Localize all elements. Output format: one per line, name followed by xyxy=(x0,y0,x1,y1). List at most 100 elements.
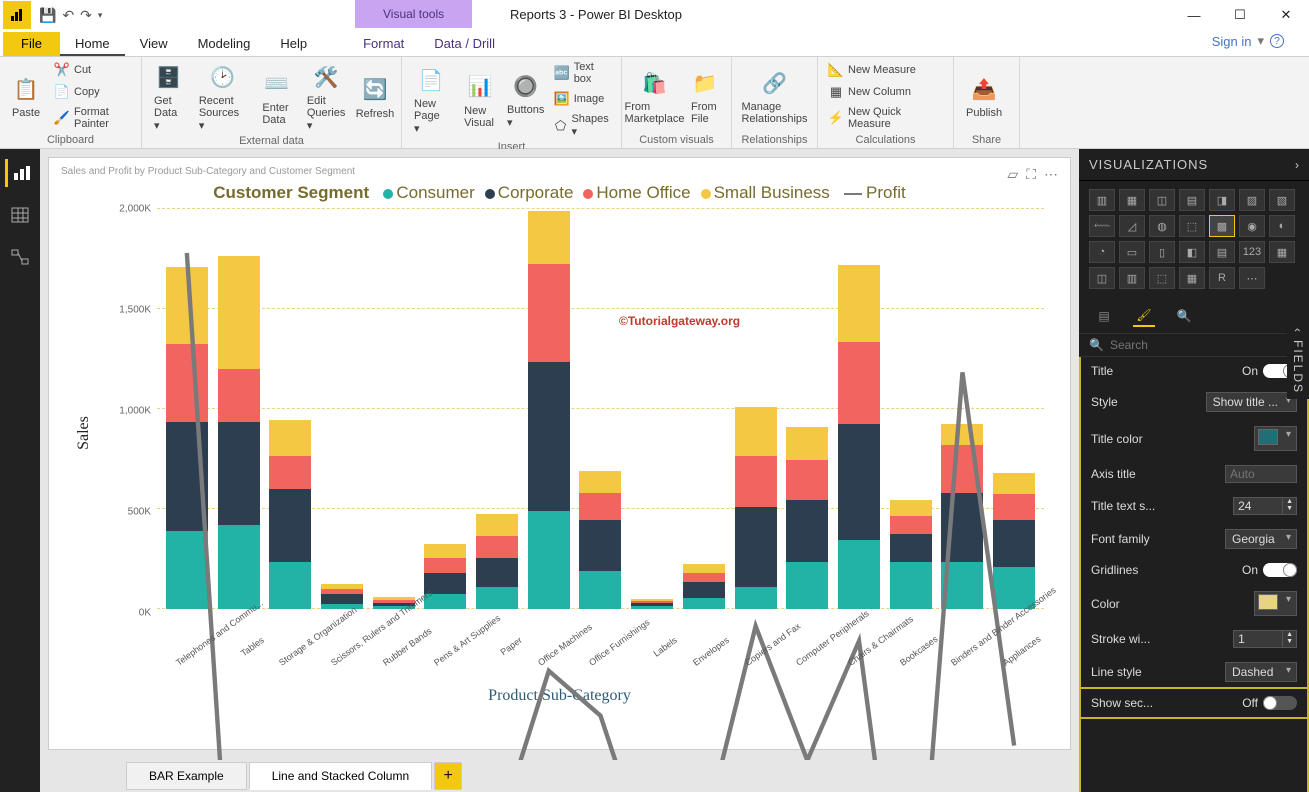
cut-button[interactable]: ✂️Cut xyxy=(50,60,135,80)
tab-home[interactable]: Home xyxy=(60,32,125,56)
tab-modeling[interactable]: Modeling xyxy=(183,32,266,56)
new-visual-button[interactable]: 📊New Visual xyxy=(458,69,502,131)
viz-type-4[interactable]: ◨ xyxy=(1209,189,1235,211)
close-button[interactable]: ✕ xyxy=(1263,0,1309,30)
viz-type-16[interactable]: ▯ xyxy=(1149,241,1175,263)
viz-type-6[interactable]: ▧ xyxy=(1269,189,1295,211)
viz-type-8[interactable]: ◿ xyxy=(1119,215,1145,237)
paste-button[interactable]: 📋Paste xyxy=(6,71,46,121)
title-color-picker[interactable] xyxy=(1254,426,1297,451)
bar[interactable] xyxy=(579,471,621,609)
report-canvas[interactable]: Sales and Profit by Product Sub-Category… xyxy=(48,157,1071,750)
image-button[interactable]: 🖼️Image xyxy=(550,89,615,109)
viz-type-20[interactable]: ▦ xyxy=(1269,241,1295,263)
report-view-button[interactable] xyxy=(5,159,35,187)
bar[interactable] xyxy=(993,473,1035,609)
maximize-button[interactable]: ☐ xyxy=(1217,0,1263,30)
bar[interactable] xyxy=(424,544,466,609)
recent-sources-button[interactable]: 🕑Recent Sources ▾ xyxy=(193,59,253,134)
enter-data-button[interactable]: ⌨️Enter Data xyxy=(256,66,297,128)
sign-in-link[interactable]: Sign in▾? xyxy=(1212,33,1284,49)
filter-icon[interactable]: ▱ xyxy=(1007,166,1018,183)
viz-type-11[interactable]: ▩ xyxy=(1209,215,1235,237)
page-tab-1[interactable]: Line and Stacked Column xyxy=(249,762,432,790)
undo-icon[interactable]: ↶ xyxy=(62,7,74,24)
new-measure-button[interactable]: 📐New Measure xyxy=(824,60,947,80)
style-dropdown[interactable]: Show title ... xyxy=(1206,392,1297,412)
bar[interactable] xyxy=(786,427,828,609)
copy-button[interactable]: 📄Copy xyxy=(50,82,135,102)
publish-button[interactable]: 📤Publish xyxy=(960,71,1008,121)
tab-format[interactable]: Format xyxy=(348,32,419,56)
data-view-button[interactable] xyxy=(5,201,35,229)
analytics-pane-tab[interactable]: 🔍 xyxy=(1173,305,1195,327)
viz-type-25[interactable]: R xyxy=(1209,267,1235,289)
model-view-button[interactable] xyxy=(5,243,35,271)
viz-type-14[interactable]: ◔ xyxy=(1089,241,1115,263)
bar[interactable] xyxy=(321,584,363,609)
save-icon[interactable]: 💾 xyxy=(39,7,56,24)
viz-type-24[interactable]: ▦ xyxy=(1179,267,1205,289)
from-marketplace-button[interactable]: 🛍️From Marketplace xyxy=(628,65,681,127)
stroke-down[interactable]: ▼ xyxy=(1283,638,1296,645)
bar[interactable] xyxy=(269,420,311,609)
format-painter-button[interactable]: 🖌️Format Painter xyxy=(50,104,135,132)
file-menu[interactable]: File xyxy=(3,32,60,56)
axis-title-input[interactable] xyxy=(1225,465,1297,483)
focus-mode-icon[interactable]: ⛶ xyxy=(1026,166,1036,183)
font-family-dropdown[interactable]: Georgia xyxy=(1225,529,1297,549)
new-column-button[interactable]: ▦New Column xyxy=(824,82,947,102)
bar[interactable] xyxy=(218,256,260,609)
buttons-button[interactable]: 🔘Buttons ▾ xyxy=(506,68,546,131)
line-style-dropdown[interactable]: Dashed xyxy=(1225,662,1297,682)
viz-type-22[interactable]: ▥ xyxy=(1119,267,1145,289)
bar[interactable] xyxy=(166,267,208,609)
viz-type-19[interactable]: 123 xyxy=(1239,241,1265,263)
bar[interactable] xyxy=(476,514,518,609)
bar[interactable] xyxy=(683,564,725,609)
gridlines-toggle[interactable] xyxy=(1263,563,1297,577)
viz-type-5[interactable]: ▨ xyxy=(1239,189,1265,211)
quick-measure-button[interactable]: ⚡New Quick Measure xyxy=(824,104,947,132)
collapse-panel-icon[interactable]: › xyxy=(1295,158,1299,172)
refresh-button[interactable]: 🔄Refresh xyxy=(355,72,395,122)
viz-type-3[interactable]: ▤ xyxy=(1179,189,1205,211)
manage-relationships-button[interactable]: 🔗Manage Relationships xyxy=(738,65,811,127)
bar[interactable] xyxy=(735,407,777,609)
add-page-button[interactable]: + xyxy=(434,762,462,790)
from-file-button[interactable]: 📁From File xyxy=(685,65,725,127)
viz-type-9[interactable]: ◍ xyxy=(1149,215,1175,237)
stroke-up[interactable]: ▲ xyxy=(1283,631,1296,638)
viz-type-13[interactable]: ◐ xyxy=(1269,215,1295,237)
get-data-button[interactable]: 🗄️Get Data ▾ xyxy=(148,59,189,134)
stroke-width-input[interactable] xyxy=(1233,630,1283,648)
size-down[interactable]: ▼ xyxy=(1283,505,1296,512)
viz-type-15[interactable]: ▭ xyxy=(1119,241,1145,263)
viz-type-21[interactable]: ◫ xyxy=(1089,267,1115,289)
bar[interactable] xyxy=(631,599,673,609)
text-size-input[interactable] xyxy=(1233,497,1283,515)
qat-dropdown-icon[interactable]: ▾ xyxy=(98,10,103,21)
bar[interactable] xyxy=(890,500,932,609)
grid-color-picker[interactable] xyxy=(1254,591,1297,616)
bar[interactable] xyxy=(941,424,983,609)
viz-type-18[interactable]: ▤ xyxy=(1209,241,1235,263)
viz-type-17[interactable]: ◧ xyxy=(1179,241,1205,263)
format-search-input[interactable] xyxy=(1110,338,1299,352)
new-page-button[interactable]: 📄New Page ▾ xyxy=(408,62,454,137)
viz-type-26[interactable]: ⋯ xyxy=(1239,267,1265,289)
textbox-button[interactable]: 🔤Text box xyxy=(550,59,615,87)
tab-help[interactable]: Help xyxy=(265,32,322,56)
minimize-button[interactable]: — xyxy=(1171,0,1217,30)
redo-icon[interactable]: ↷ xyxy=(80,7,92,24)
viz-type-7[interactable]: ⬳ xyxy=(1089,215,1115,237)
more-options-icon[interactable]: ⋯ xyxy=(1044,166,1058,183)
tab-view[interactable]: View xyxy=(125,32,183,56)
size-up[interactable]: ▲ xyxy=(1283,498,1296,505)
viz-type-23[interactable]: ⬚ xyxy=(1149,267,1175,289)
viz-type-1[interactable]: ▦ xyxy=(1119,189,1145,211)
viz-type-12[interactable]: ◉ xyxy=(1239,215,1265,237)
bar[interactable] xyxy=(528,211,570,609)
page-tab-0[interactable]: BAR Example xyxy=(126,762,247,790)
bar[interactable] xyxy=(838,265,880,609)
